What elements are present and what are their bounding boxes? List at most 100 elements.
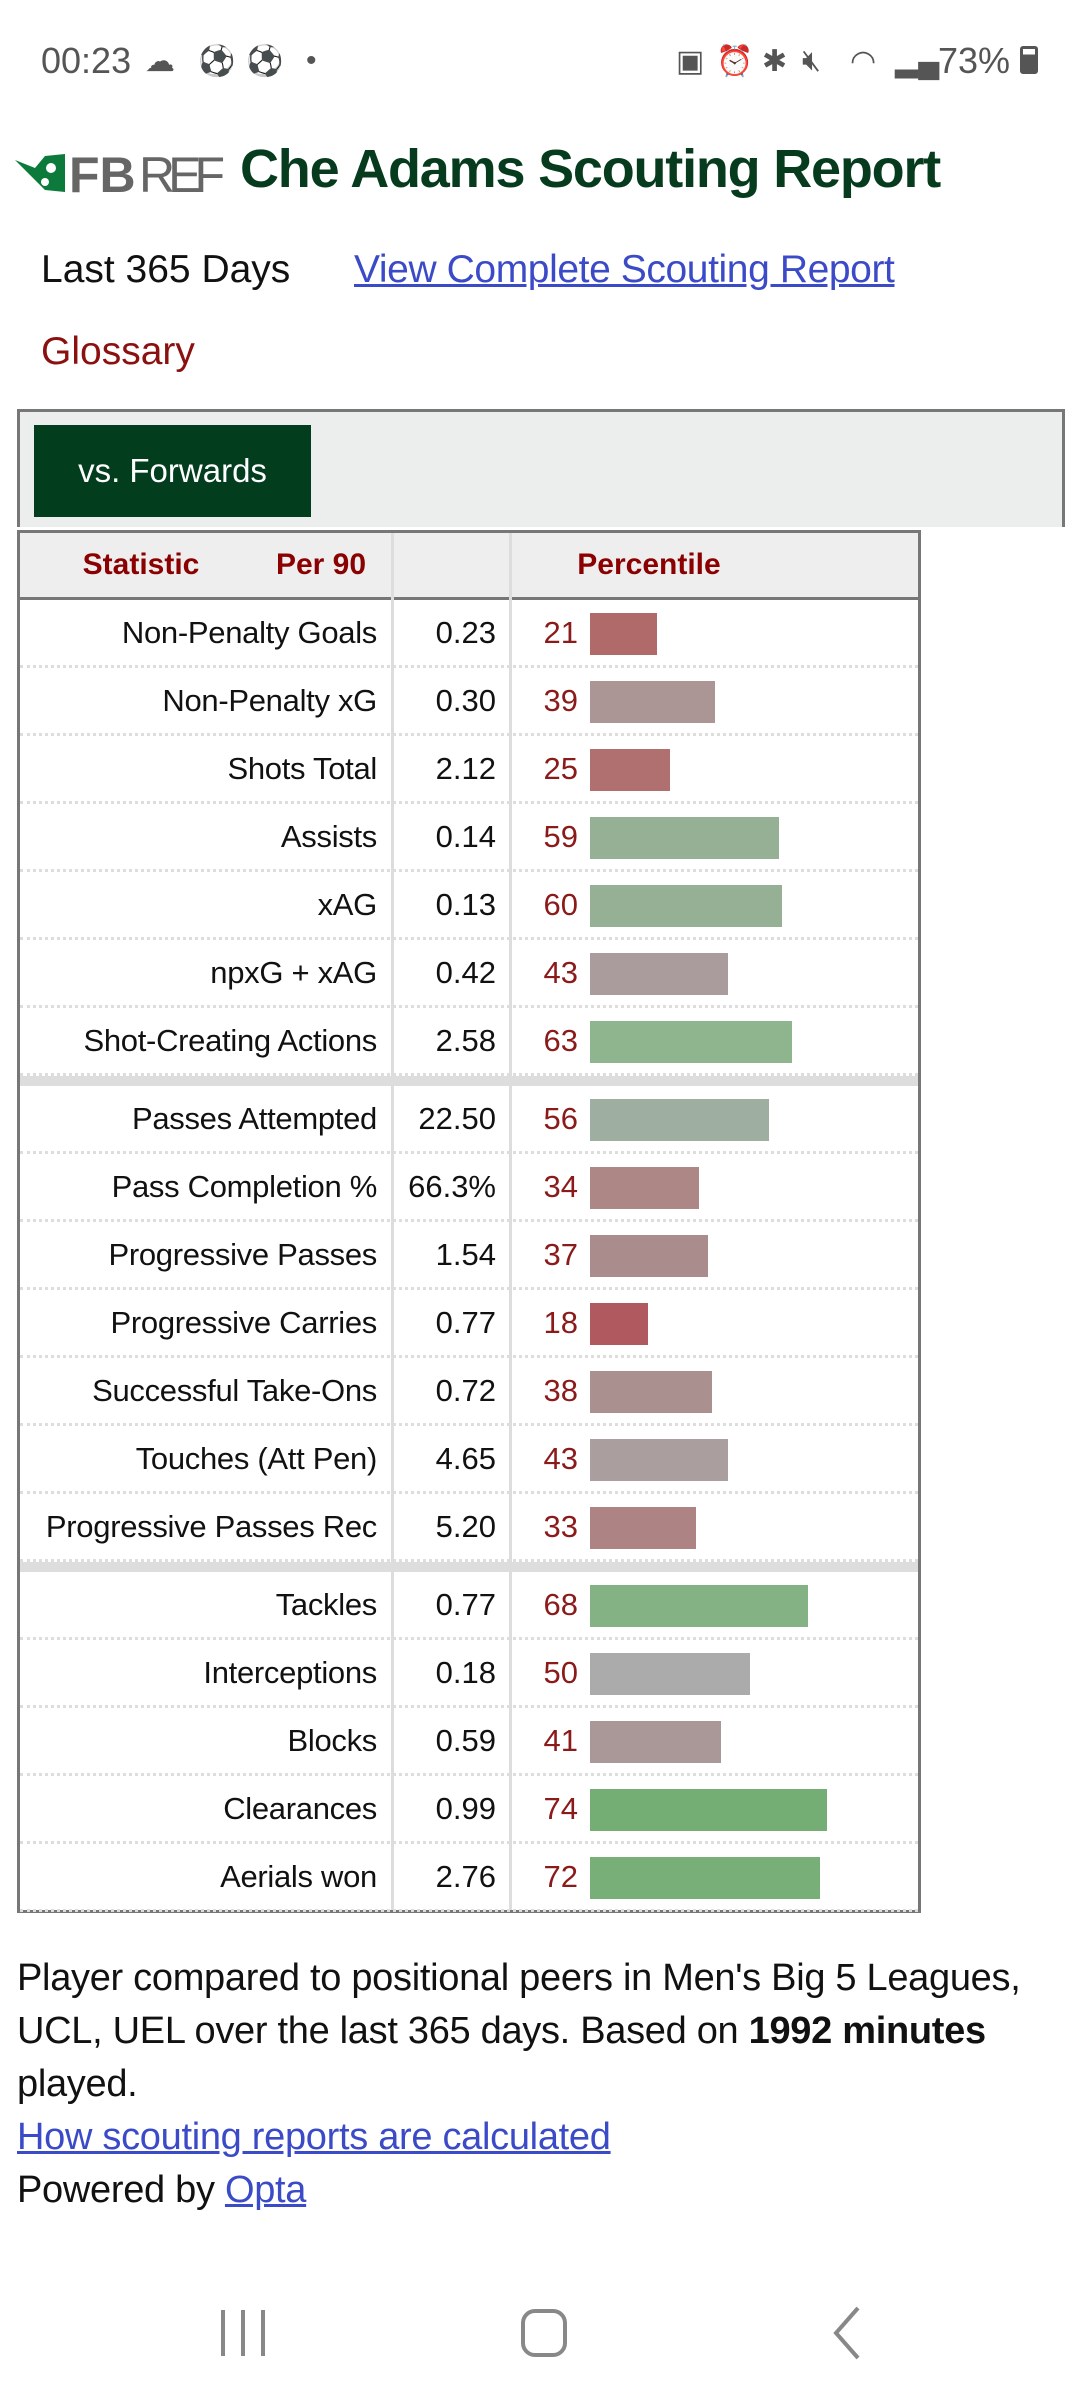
table-row[interactable]: Tackles 0.77 68 — [20, 1572, 918, 1640]
back-icon[interactable] — [828, 2304, 868, 2362]
battery-saver-icon: ▣ — [676, 45, 705, 78]
table-row[interactable]: Non-Penalty xG 0.30 39 — [20, 668, 918, 736]
percentile-value: 43 — [543, 1441, 578, 1476]
stat-name: npxG + xAG — [210, 955, 377, 990]
section-separator — [20, 1562, 918, 1572]
percentile-value: 41 — [543, 1723, 578, 1758]
table-row[interactable]: Pass Completion % 66.3% 34 — [20, 1154, 918, 1222]
period-label: Last 365 Days — [41, 248, 291, 291]
column-header-per90[interactable]: Per 90 — [262, 533, 380, 597]
table-row[interactable]: Progressive Carries 0.77 18 — [20, 1290, 918, 1358]
per90-value: 66.3% — [408, 1169, 496, 1204]
table-row[interactable]: Aerials won 2.76 72 — [20, 1844, 918, 1912]
tab-vs-forwards[interactable]: vs. Forwards — [34, 425, 311, 517]
percentile-value: 74 — [543, 1791, 578, 1826]
svg-text:REF: REF — [139, 147, 225, 198]
per90-value: 2.12 — [435, 751, 496, 786]
table-row[interactable]: Non-Penalty Goals 0.23 21 — [20, 600, 918, 668]
navigation-bar — [0, 2270, 1080, 2400]
table-row[interactable]: Progressive Passes 1.54 37 — [20, 1222, 918, 1290]
per90-value: 0.23 — [435, 615, 496, 650]
table-row[interactable]: Clearances 0.99 74 — [20, 1776, 918, 1844]
table-row[interactable]: Assists 0.14 59 — [20, 804, 918, 872]
percentile-value: 59 — [543, 819, 578, 854]
percentile-bar — [590, 1235, 709, 1277]
table-row[interactable]: Passes Attempted 22.50 56 — [20, 1086, 918, 1154]
percentile-bar — [590, 1789, 827, 1831]
status-bar: 00:23 ☁ ⚽ ⚽ • ▣ ⏰ ✱ 🔇︎ ◠ ▂▄ 73% — [0, 0, 1080, 120]
percentile-bar — [590, 613, 658, 655]
fbref-logo[interactable]: FB REF — [15, 146, 227, 203]
page-title: Che Adams Scouting Report — [240, 139, 941, 199]
battery-icon — [1020, 46, 1038, 74]
wifi-icon: ◠ — [850, 45, 877, 78]
column-header-percentile[interactable]: Percentile — [380, 533, 918, 597]
section-separator — [20, 1076, 918, 1086]
table-header: Statistic Per 90 Percentile — [20, 533, 918, 600]
column-divider — [509, 533, 512, 1910]
percentile-bar — [590, 1021, 792, 1063]
powered-by-label: Powered by — [17, 2169, 225, 2211]
table-row[interactable]: xAG 0.13 60 — [20, 872, 918, 940]
per90-value: 0.72 — [435, 1373, 496, 1408]
stat-name: Shot-Creating Actions — [83, 1023, 377, 1058]
percentile-bar — [590, 1721, 722, 1763]
stat-name: Non-Penalty xG — [162, 683, 377, 718]
minutes-played: 1992 minutes — [748, 2010, 986, 2052]
per90-value: 2.58 — [435, 1023, 496, 1058]
percentile-bar — [590, 953, 728, 995]
table-row[interactable]: Interceptions 0.18 50 — [20, 1640, 918, 1708]
alarm-icon: ⏰ — [716, 45, 754, 78]
column-header-statistic[interactable]: Statistic — [20, 533, 262, 597]
per90-value: 5.20 — [435, 1509, 496, 1544]
stat-name: Shots Total — [227, 751, 377, 786]
per90-value: 22.50 — [418, 1101, 496, 1136]
percentile-value: 37 — [543, 1237, 578, 1272]
per90-value: 0.42 — [435, 955, 496, 990]
percentile-value: 43 — [543, 955, 578, 990]
stat-name: Interceptions — [203, 1655, 377, 1690]
stat-name: Tackles — [275, 1587, 378, 1622]
stat-name: xAG — [317, 887, 378, 922]
recent-apps-icon[interactable] — [215, 2306, 271, 2360]
table-row[interactable]: Shot-Creating Actions 2.58 63 — [20, 1008, 918, 1076]
opta-link[interactable]: Opta — [225, 2169, 306, 2211]
stat-name: Aerials won — [220, 1859, 377, 1894]
mute-icon: 🔇︎ — [802, 44, 821, 77]
table-row[interactable]: Progressive Passes Rec 5.20 33 — [20, 1494, 918, 1562]
clock: 00:23 — [41, 40, 132, 81]
home-icon[interactable] — [518, 2306, 572, 2360]
percentile-bar — [590, 1585, 808, 1627]
table-row[interactable]: Touches (Att Pen) 4.65 43 — [20, 1426, 918, 1494]
stat-name: Successful Take-Ons — [92, 1373, 377, 1408]
percentile-value: 33 — [543, 1509, 578, 1544]
table-row[interactable]: Blocks 0.59 41 — [20, 1708, 918, 1776]
percentile-value: 34 — [543, 1169, 578, 1204]
per90-value: 2.76 — [435, 1859, 496, 1894]
percentile-bar — [590, 885, 782, 927]
svg-text:FB: FB — [69, 147, 136, 198]
percentile-bar — [590, 1167, 699, 1209]
percentile-bar — [590, 1439, 728, 1481]
table-row[interactable]: npxG + xAG 0.42 43 — [20, 940, 918, 1008]
per90-value: 0.30 — [435, 683, 496, 718]
table-row[interactable]: Successful Take-Ons 0.72 38 — [20, 1358, 918, 1426]
percentile-bar — [590, 817, 779, 859]
stat-name: Assists — [280, 819, 377, 854]
stat-name: Progressive Carries — [110, 1305, 378, 1340]
percentile-value: 56 — [543, 1101, 578, 1136]
stat-name: Touches (Att Pen) — [135, 1441, 378, 1476]
percentile-bar — [590, 1303, 648, 1345]
percentile-value: 25 — [543, 751, 578, 786]
percentile-bar — [590, 1653, 750, 1695]
bluetooth-icon: ✱ — [762, 45, 788, 78]
percentile-value: 72 — [543, 1859, 578, 1894]
percentile-bar — [590, 1857, 821, 1899]
stat-name: Progressive Passes — [108, 1237, 377, 1272]
view-complete-report-link[interactable]: View Complete Scouting Report — [354, 248, 895, 292]
table-row[interactable]: Shots Total 2.12 25 — [20, 736, 918, 804]
stat-name: Clearances — [223, 1791, 377, 1826]
glossary-link[interactable]: Glossary — [41, 330, 195, 374]
stat-name: Passes Attempted — [131, 1101, 377, 1136]
how-calculated-link[interactable]: How scouting reports are calculated — [17, 2116, 611, 2158]
